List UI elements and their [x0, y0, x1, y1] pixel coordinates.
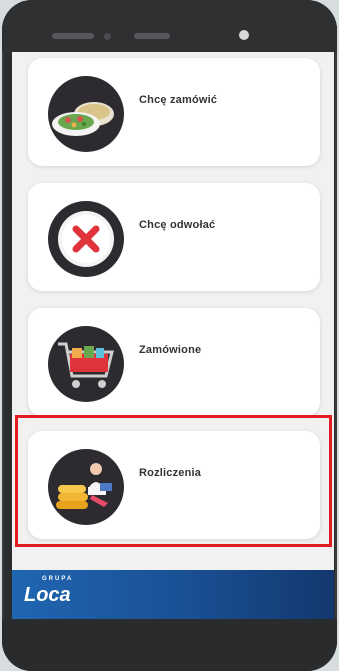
proximity-sensor — [104, 33, 111, 40]
phone-frame: Chcę zamówić Chcę odwołać Zamówione Rozl… — [2, 0, 337, 671]
shopping-cart-icon — [48, 326, 124, 402]
selection-highlight — [15, 415, 332, 547]
speaker-grille — [52, 33, 94, 39]
cancel-x-icon — [48, 201, 124, 277]
earpiece — [134, 33, 170, 39]
menu-card-label: Chcę zamówić — [139, 94, 218, 106]
menu-card-label: Zamówione — [139, 344, 202, 356]
salad-plate-icon — [48, 76, 124, 152]
footer-bar: GRUPA Loca — [12, 570, 334, 619]
menu-card-order[interactable]: Chcę zamówić — [28, 58, 320, 166]
brand-logo: GRUPA Loca — [24, 576, 74, 606]
phone-bottom-bezel — [2, 619, 337, 671]
menu-card-label: Chcę odwołać — [139, 219, 216, 231]
menu-card-cancel[interactable]: Chcę odwołać — [28, 183, 320, 291]
phone-top-bezel — [2, 0, 337, 52]
front-camera — [239, 30, 249, 40]
menu-card-ordered[interactable]: Zamówione — [28, 308, 320, 416]
app-screen: Chcę zamówić Chcę odwołać Zamówione Rozl… — [12, 52, 334, 619]
